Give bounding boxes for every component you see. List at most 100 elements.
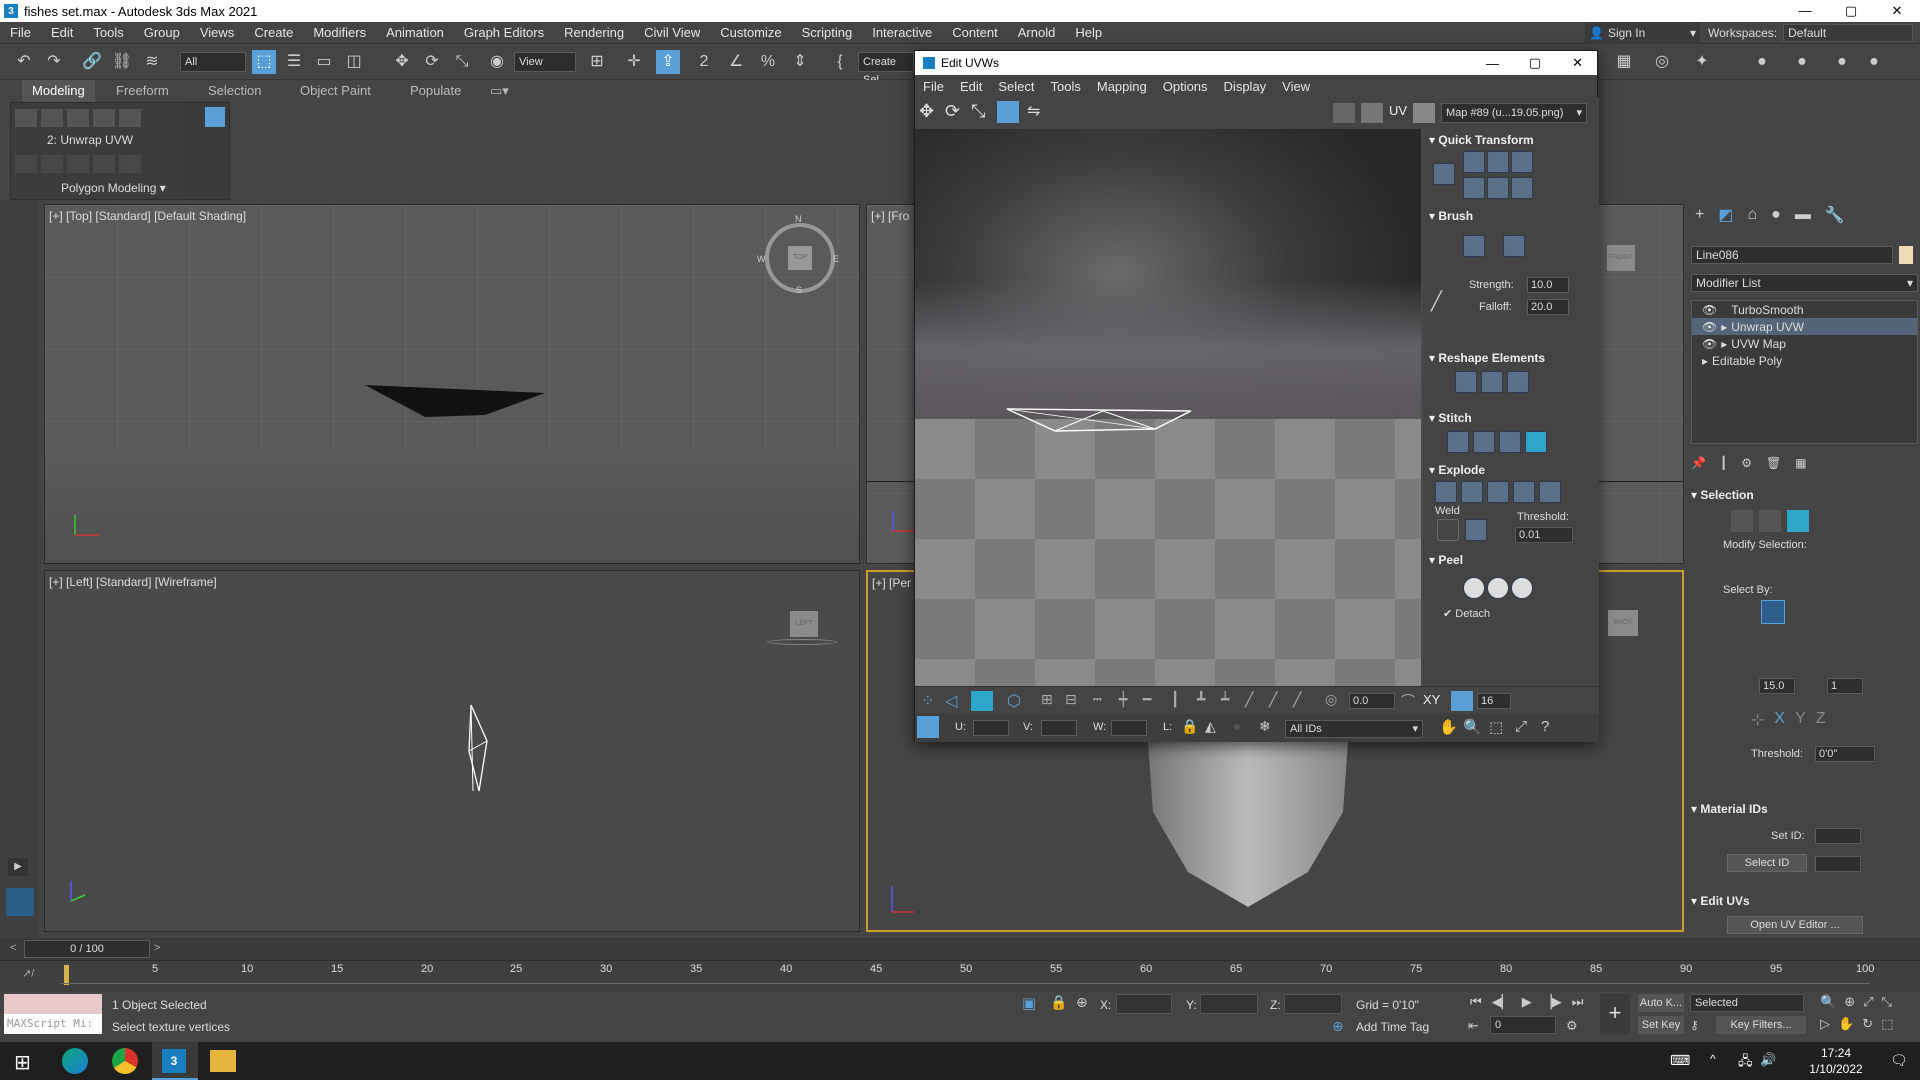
stitch-source-icon[interactable] xyxy=(1447,431,1469,453)
tab-selection[interactable]: Selection xyxy=(198,80,271,102)
stitch-custom-icon[interactable] xyxy=(1525,431,1547,453)
absolute-mode-transform-icon[interactable]: ⊕ xyxy=(1076,994,1088,1011)
loop-shrink-icon[interactable]: ━ xyxy=(1143,691,1151,708)
zoom-extents-icon[interactable]: ⤢ xyxy=(1863,994,1873,1010)
menu-edit[interactable]: Edit xyxy=(41,25,83,40)
uvw-close-button[interactable]: ✕ xyxy=(1572,55,1583,71)
arnold-render-icon[interactable]: ● xyxy=(1830,50,1854,74)
zoom-icon[interactable]: 🔍 xyxy=(1820,994,1836,1010)
key-filters-button[interactable]: Key Filters... xyxy=(1716,1016,1806,1034)
viewcube-compass[interactable]: TOP N S W E xyxy=(757,214,839,295)
key-mode-icon[interactable]: ⇤ xyxy=(1468,1018,1479,1034)
polygon-mode-icon[interactable] xyxy=(971,691,993,711)
network-icon[interactable]: 🖧 xyxy=(1738,1052,1753,1074)
v-field[interactable] xyxy=(1041,720,1077,736)
strength-spinner[interactable]: 10.0 xyxy=(1527,277,1569,293)
break-by-angle-icon[interactable] xyxy=(1461,481,1483,503)
rotate-icon[interactable]: ⟳ xyxy=(945,101,960,122)
auto-key-button[interactable]: Auto K... xyxy=(1638,994,1684,1012)
fish-body-perspective[interactable] xyxy=(1138,742,1358,912)
explode-header[interactable]: ▾ Explode xyxy=(1429,463,1485,477)
pan-icon[interactable]: ✋ xyxy=(1439,718,1458,736)
hierarchy-tab-icon[interactable]: ⌂ xyxy=(1747,206,1757,224)
tab-modeling[interactable]: Modeling xyxy=(22,80,95,102)
maximize-button[interactable]: ▢ xyxy=(1828,0,1874,22)
weld-selected-icon[interactable] xyxy=(1465,519,1487,541)
prev-frame-icon[interactable]: < xyxy=(10,942,16,954)
angle-snap-icon[interactable]: ∠ xyxy=(724,50,748,74)
y-coord-field[interactable] xyxy=(1200,994,1258,1014)
uvw-title-bar[interactable]: Edit UVWs — ▢ ✕ xyxy=(915,51,1597,75)
brush-stroke-icon[interactable]: ╱ xyxy=(1431,291,1442,312)
soft-selection-icon[interactable]: ◎ xyxy=(1325,691,1337,708)
zoom-icon[interactable]: 🔍 xyxy=(1463,718,1482,736)
u-field[interactable] xyxy=(973,720,1009,736)
break-by-smoothing-icon[interactable] xyxy=(1539,481,1561,503)
space-horizontal-icon[interactable] xyxy=(1463,177,1485,199)
uvw-menu-file[interactable]: File xyxy=(915,79,952,94)
rotate-90-icon[interactable] xyxy=(1511,151,1533,173)
pivot-center-icon[interactable]: ⊞ xyxy=(585,50,609,74)
angle-spinner[interactable]: 15.0 xyxy=(1759,678,1795,694)
rect-selection-icon[interactable]: ▭ xyxy=(312,50,336,74)
select-object-icon[interactable]: ⬚ xyxy=(252,50,276,74)
undo-icon[interactable]: ↶ xyxy=(12,50,36,74)
uvw-menu-edit[interactable]: Edit xyxy=(952,79,990,94)
maxscript-mini-listener[interactable]: MAXScript Mi: xyxy=(4,1014,102,1034)
align-horizontal-icon[interactable] xyxy=(1463,151,1485,173)
time-tag-icon[interactable]: ⊕ xyxy=(1332,1018,1344,1035)
ribbon-tool-icon[interactable] xyxy=(41,155,63,173)
space-vertical-icon[interactable] xyxy=(1487,177,1509,199)
select-by-element-icon[interactable] xyxy=(1761,600,1785,624)
viewport-layouts-icon[interactable] xyxy=(6,888,34,916)
window-crossing-icon[interactable]: ◫ xyxy=(342,50,366,74)
time-config-icon[interactable]: ⚙ xyxy=(1566,1018,1578,1034)
freeze-icon[interactable]: ❄ xyxy=(1259,718,1271,735)
viewport-label-top[interactable]: [+] [Top] [Standard] [Default Shading] xyxy=(49,209,246,223)
show-map-icon[interactable] xyxy=(1333,103,1355,123)
expand-arrow-icon[interactable]: ▸ xyxy=(1702,354,1708,368)
w-field[interactable] xyxy=(1111,720,1147,736)
shrink-selection-icon[interactable]: ⊟ xyxy=(1065,691,1077,708)
selection-filter-dropdown[interactable]: All xyxy=(180,52,246,72)
polygon-modeling-dropdown[interactable]: Polygon Modeling ▾ xyxy=(61,181,166,195)
absolute-mode-icon[interactable] xyxy=(917,716,939,738)
scale-icon[interactable]: ⤡ xyxy=(971,101,985,122)
loop-icon[interactable]: ┅ xyxy=(1093,691,1101,708)
snaps-toggle-icon[interactable]: 2 xyxy=(692,50,716,74)
keyboard-icon[interactable]: ⌨ xyxy=(1670,1052,1690,1069)
tab-populate[interactable]: Populate xyxy=(400,80,471,102)
notifications-icon[interactable]: 🗨 xyxy=(1890,1052,1908,1069)
z-coord-field[interactable] xyxy=(1284,994,1342,1014)
peel-header[interactable]: ▾ Peel xyxy=(1429,553,1463,567)
ring-shrink-icon[interactable]: ┷ xyxy=(1221,691,1229,708)
maximize-viewport-icon[interactable]: ⬚ xyxy=(1881,1016,1893,1032)
move-icon[interactable]: ✥ xyxy=(919,101,934,122)
minimize-button[interactable]: — xyxy=(1782,0,1828,22)
create-tab-icon[interactable]: + xyxy=(1695,206,1704,224)
render-frame-icon[interactable]: ✦ xyxy=(1690,50,1714,74)
select-place-icon[interactable]: ◉ xyxy=(485,50,509,74)
curve-editor-icon[interactable]: ↗/ xyxy=(22,967,34,980)
taskbar-date[interactable]: 1/10/2022 xyxy=(1796,1062,1876,1076)
link-icon[interactable]: 🔗 xyxy=(80,50,104,74)
uvw-menu-options[interactable]: Options xyxy=(1155,79,1216,94)
ribbon-tool-icon[interactable] xyxy=(119,155,141,173)
uv-canvas[interactable] xyxy=(915,129,1421,686)
object-color-swatch[interactable] xyxy=(1899,246,1913,264)
zoom-extents-icon[interactable]: ⤢ xyxy=(1515,718,1527,735)
uv-toggle[interactable]: UV xyxy=(1389,103,1407,118)
quick-transform-header[interactable]: ▾ Quick Transform xyxy=(1429,133,1534,147)
freeform-icon[interactable] xyxy=(997,101,1019,123)
tab-object-paint[interactable]: Object Paint xyxy=(290,80,381,102)
menu-create[interactable]: Create xyxy=(244,25,303,40)
align-vertical-icon[interactable] xyxy=(1487,151,1509,173)
zoom-all-icon[interactable]: ⊕ xyxy=(1844,994,1855,1010)
utilities-tab-icon[interactable]: 🔧 xyxy=(1825,205,1845,225)
uvw-maximize-button[interactable]: ▢ xyxy=(1529,55,1541,71)
element-icon[interactable] xyxy=(93,109,115,127)
select-by-name-icon[interactable]: ☰ xyxy=(282,50,306,74)
menu-animation[interactable]: Animation xyxy=(376,25,454,40)
key-filter-icon[interactable]: ⚷ xyxy=(1690,1018,1699,1032)
next-key-icon[interactable]: ▕▶ xyxy=(1542,994,1562,1010)
